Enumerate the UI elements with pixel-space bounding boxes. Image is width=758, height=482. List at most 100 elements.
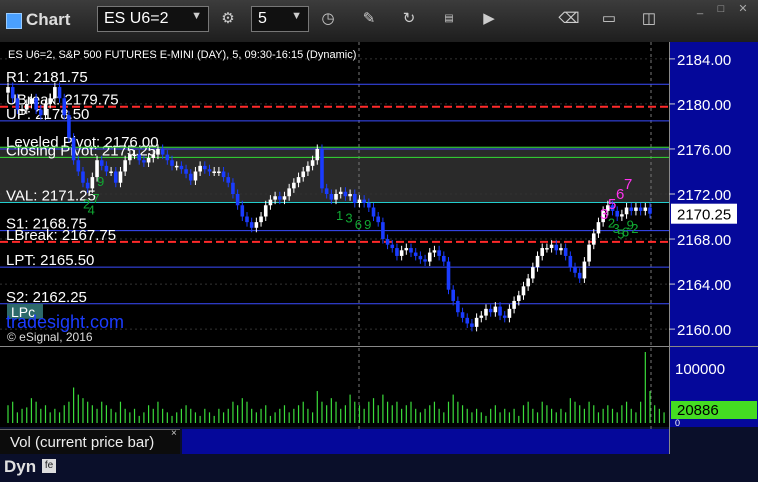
- candle-body: [587, 244, 591, 262]
- candle-body: [582, 261, 587, 279]
- count-label-magenta: 7: [624, 176, 632, 193]
- volume-tick-label: 0: [675, 418, 680, 428]
- candle-body: [413, 252, 418, 256]
- candle-body: [76, 160, 81, 172]
- close-icon[interactable]: ×: [171, 428, 177, 439]
- candle-body: [563, 248, 568, 256]
- candle-body: [427, 252, 432, 262]
- candle-body: [268, 199, 273, 206]
- candle-body: [629, 207, 634, 211]
- candle-body: [113, 171, 118, 183]
- level-label: R1: 2181.75: [6, 69, 88, 86]
- fe-badge[interactable]: fe: [42, 459, 56, 473]
- candle-body: [62, 98, 67, 116]
- candle-body: [385, 239, 390, 245]
- candle-body: [479, 315, 484, 318]
- candle-body: [531, 267, 535, 279]
- candle-body: [99, 160, 104, 166]
- candle-body: [184, 169, 188, 174]
- candle-body: [437, 250, 441, 256]
- candle-body: [573, 267, 577, 273]
- candle-body: [409, 248, 413, 253]
- candle-body: [596, 222, 601, 234]
- volume-study-label[interactable]: Vol (current price bar): [0, 429, 180, 454]
- candle-body: [540, 248, 545, 256]
- candle-body: [193, 171, 198, 181]
- candle-body: [484, 308, 488, 316]
- count-label-green: 7: [92, 191, 99, 206]
- time-axis-bar: [0, 454, 758, 482]
- candle-body: [81, 171, 85, 183]
- candle-body: [156, 148, 160, 155]
- candle-body: [48, 98, 52, 104]
- candle-body: [282, 196, 287, 200]
- candle-body: [498, 306, 502, 316]
- candle-body: [577, 272, 582, 279]
- candle-body: [287, 188, 291, 197]
- candle-body: [367, 203, 371, 208]
- level-label: LPT: 2165.50: [6, 252, 94, 269]
- candle-body: [123, 160, 127, 172]
- dynamic-mode-label[interactable]: Dyn: [4, 457, 36, 477]
- candle-body: [296, 177, 301, 183]
- candle-body: [568, 255, 573, 268]
- chart-header: ES U6=2, S&P 500 FUTURES E-MINI (DAY), 5…: [8, 49, 356, 61]
- y-tick-label: 2160.00: [677, 322, 731, 339]
- candle-body: [348, 194, 352, 197]
- y-tick-label: 2164.00: [677, 277, 731, 294]
- candle-body: [34, 98, 38, 110]
- count-label-green: 1: [336, 208, 343, 223]
- y-tick-label: 2172.00: [677, 187, 731, 204]
- level-label: LBreak: 2167.75: [6, 227, 116, 244]
- candle-body: [395, 248, 399, 256]
- candle-body: [352, 194, 357, 204]
- candle-body: [146, 157, 151, 163]
- candle-body: [334, 194, 338, 200]
- candle-body: [90, 177, 95, 189]
- candle-body: [151, 154, 156, 158]
- candle-body: [442, 255, 446, 262]
- candle-body: [376, 216, 381, 223]
- candle-body: [502, 315, 507, 318]
- candle-body: [549, 244, 554, 249]
- count-label-green: 3: [345, 210, 352, 225]
- candle-body: [29, 98, 34, 104]
- candle-body: [338, 191, 343, 194]
- candle-body: [43, 103, 48, 116]
- candle-body: [620, 214, 624, 217]
- candle-body: [104, 165, 109, 172]
- candle-body: [277, 196, 282, 200]
- price-chart[interactable]: 2184.00 2180.00 2176.00 2172.00 2168.00 2164.…: [0, 0, 758, 482]
- candle-body: [320, 148, 324, 189]
- candle-body: [310, 160, 315, 166]
- candle-body: [217, 171, 221, 173]
- volume-tick-label: 100000: [675, 361, 725, 378]
- candle-body: [545, 248, 549, 250]
- candle-body: [231, 182, 235, 194]
- candle-body: [10, 87, 15, 99]
- count-label-green: 2: [631, 221, 638, 236]
- candle-body: [165, 154, 170, 161]
- candle-body: [371, 207, 376, 217]
- volume-study-strip: [182, 429, 669, 454]
- candle-body: [109, 171, 113, 173]
- candle-body: [634, 207, 638, 211]
- candle-body: [142, 160, 146, 163]
- candle-body: [643, 207, 648, 211]
- candle-body: [198, 165, 202, 172]
- candle-body: [240, 205, 245, 217]
- candle-body: [67, 115, 71, 138]
- candle-body: [212, 171, 216, 173]
- y-tick-label: 2168.00: [677, 232, 731, 249]
- candle-body: [381, 222, 385, 240]
- candle-body: [357, 199, 362, 204]
- candle-body: [118, 171, 123, 183]
- candle-body: [418, 255, 423, 260]
- count-label-green: 9: [364, 217, 371, 232]
- candle-body: [292, 182, 296, 189]
- candle-body: [648, 207, 652, 214]
- candle-body: [343, 191, 348, 197]
- y-tick-label: 2184.00: [677, 52, 731, 69]
- candle-body: [516, 295, 521, 301]
- last-price-label: 2170.25: [677, 207, 731, 224]
